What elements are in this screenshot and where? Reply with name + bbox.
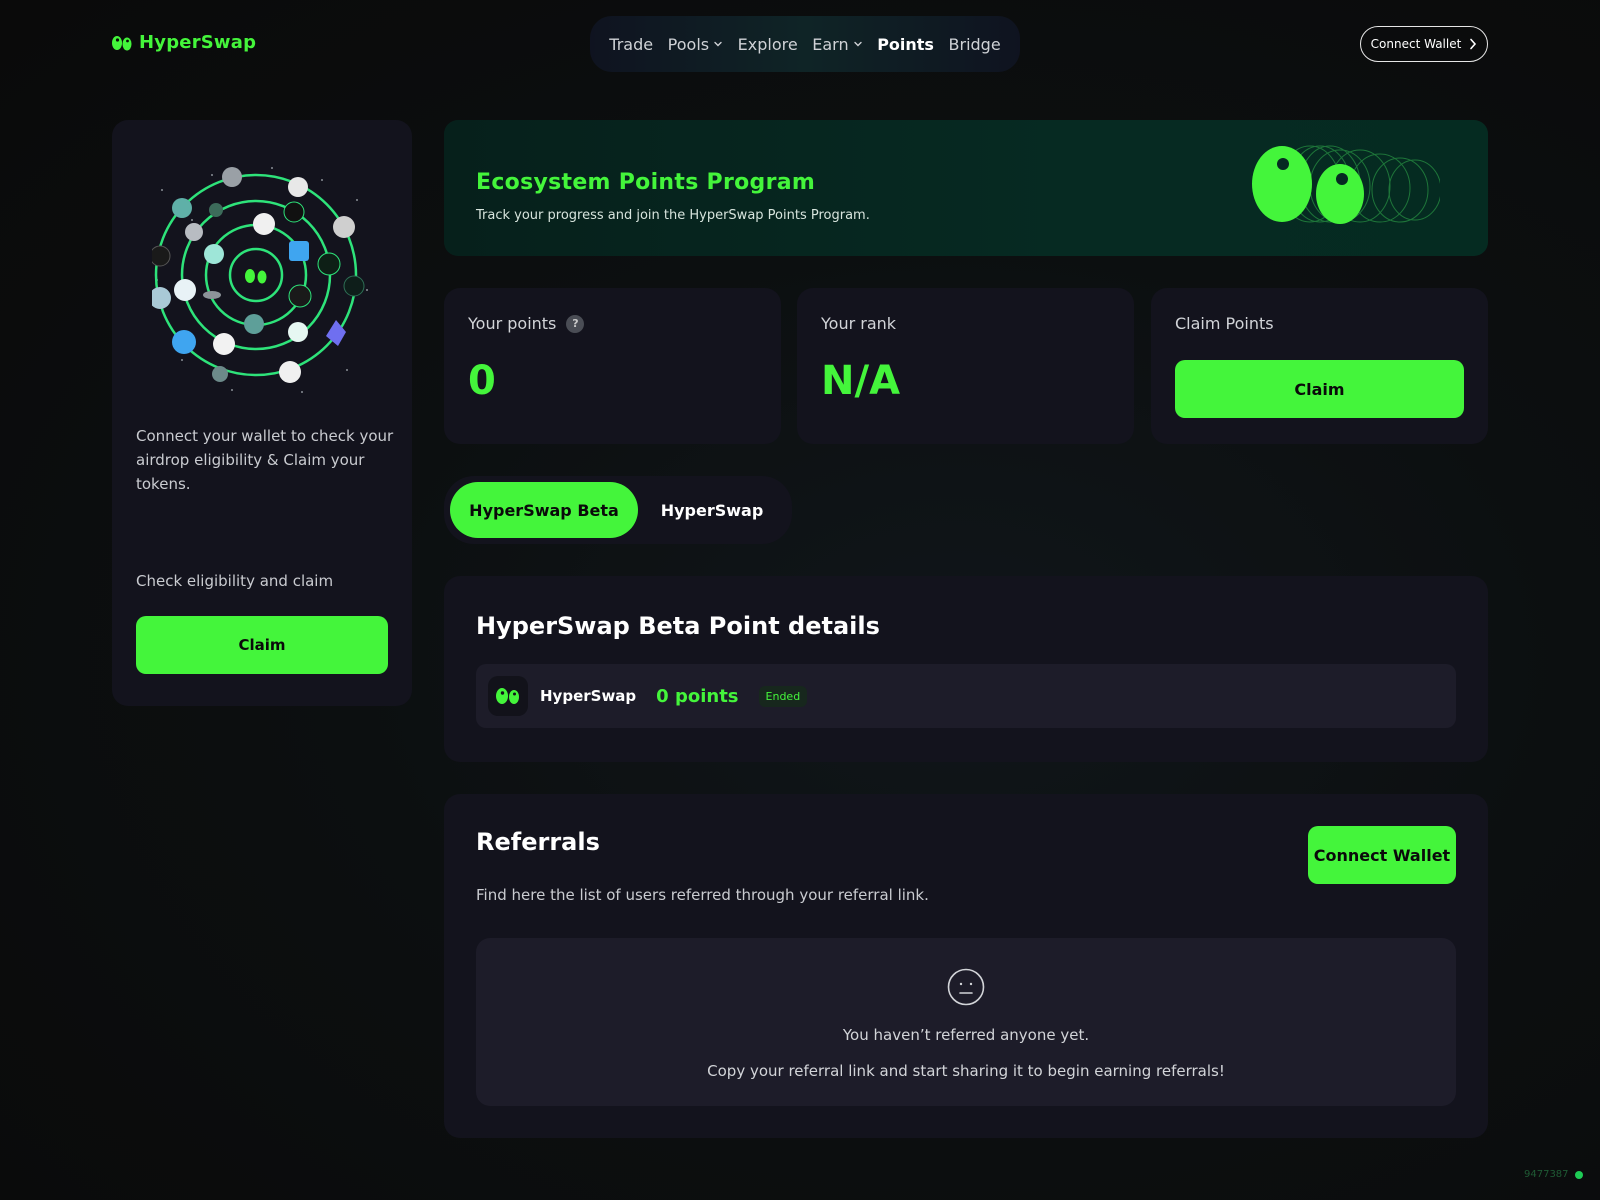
neutral-face-icon (947, 968, 985, 1006)
help-icon[interactable]: ? (566, 314, 585, 333)
logo-text: HyperSwap (139, 32, 257, 53)
token-icon (174, 279, 196, 301)
your-points-label-row: Your points ? (468, 314, 585, 333)
token-icon (333, 216, 355, 238)
nav-label: Trade (609, 34, 654, 54)
point-details-card: HyperSwap Beta Point details HyperSwap 0… (444, 576, 1488, 762)
airdrop-claim-button[interactable]: Claim (136, 616, 388, 674)
row-logo (488, 676, 528, 716)
empty-state-title: You haven’t referred anyone yet. (842, 1026, 1090, 1044)
token-icon (172, 198, 192, 218)
status-dot-icon (1575, 1171, 1583, 1179)
referrals-connect-wallet-button[interactable]: Connect Wallet (1308, 826, 1456, 884)
token-icon (288, 322, 308, 342)
point-details-row: HyperSwap 0 points Ended (476, 664, 1456, 728)
hyperswap-eyes-illustration (1252, 145, 1440, 224)
airdrop-claim-label: Claim (238, 636, 286, 654)
your-points-card: Your points ? 0 (444, 288, 781, 444)
token-icon (343, 275, 365, 297)
token-icon (244, 314, 264, 334)
token-icon (289, 241, 309, 261)
your-rank-card: Your rank N/A (797, 288, 1134, 444)
your-rank-value: N/A (821, 358, 901, 404)
row-program-name: HyperSwap (540, 687, 637, 705)
token-icon (317, 252, 341, 276)
chevron-right-icon (1470, 38, 1477, 50)
program-tabs: HyperSwap Beta HyperSwap (444, 476, 792, 544)
banner-title: Ecosystem Points Program (476, 170, 816, 195)
referrals-connect-label: Connect Wallet (1313, 845, 1451, 865)
token-icon (152, 245, 171, 267)
token-icon (209, 203, 223, 217)
hyperswap-logo-icon (112, 35, 132, 50)
token-icon (288, 284, 312, 308)
referrals-description: Find here the list of users referred thr… (476, 886, 929, 904)
token-icon (222, 167, 242, 187)
nav-explore[interactable]: Explore (738, 35, 798, 54)
claim-points-label: Claim (1294, 379, 1345, 399)
header: HyperSwap Trade Pools Explore Earn Point… (0, 0, 1600, 88)
token-icon (253, 213, 275, 235)
referrals-empty-state: You haven’t referred anyone yet. Copy yo… (476, 938, 1456, 1106)
token-icon (185, 223, 203, 241)
points-program-banner: Ecosystem Points Program Track your prog… (444, 120, 1488, 256)
nav-trade[interactable]: Trade (609, 35, 653, 54)
token-icon (204, 244, 224, 264)
nav-label: Earn (812, 34, 849, 54)
token-icon (152, 287, 171, 309)
token-icon (172, 330, 196, 354)
airdrop-card: Connect your wallet to check your airdro… (112, 120, 412, 706)
nav-pools[interactable]: Pools (668, 35, 723, 54)
check-eligibility-label: Check eligibility and claim (136, 572, 334, 590)
nav-label: Bridge (948, 34, 1001, 54)
tab-hyperswap-beta[interactable]: HyperSwap Beta (450, 482, 638, 538)
nav-label: Explore (737, 34, 798, 54)
core-orbit (228, 247, 284, 303)
main-nav: Trade Pools Explore Earn Points Bridge (590, 16, 1020, 72)
point-details-title: HyperSwap Beta Point details (476, 612, 880, 640)
status-badge: Ended (758, 685, 808, 707)
referrals-title: Referrals (476, 828, 600, 856)
referrals-card: Referrals Find here the list of users re… (444, 794, 1488, 1138)
token-icon (283, 201, 305, 223)
row-points: 0 points (656, 685, 739, 707)
token-icon (212, 366, 228, 382)
nav-earn[interactable]: Earn (812, 35, 862, 54)
nav-points[interactable]: Points (877, 35, 934, 54)
token-icon (213, 333, 235, 355)
chevron-down-icon (714, 41, 722, 47)
center-logo-icon (245, 269, 267, 284)
tab-hyperswap[interactable]: HyperSwap (638, 482, 786, 538)
banner-subtitle: Track your progress and join the HyperSw… (476, 208, 870, 223)
nav-bridge[interactable]: Bridge (949, 35, 1001, 54)
connect-wallet-label: Connect Wallet (1370, 37, 1462, 51)
token-icon (288, 177, 308, 197)
logo[interactable]: HyperSwap (111, 32, 256, 53)
tab-label: HyperSwap Beta (469, 500, 619, 520)
claim-points-button[interactable]: Claim (1175, 360, 1464, 418)
your-rank-label: Your rank (821, 314, 897, 333)
token-icon (279, 361, 301, 383)
build-number: 9477387 (1524, 1169, 1569, 1180)
your-points-label: Your points (468, 314, 557, 333)
tab-label: HyperSwap (660, 500, 764, 520)
your-points-value: 0 (468, 358, 496, 404)
empty-state-subtitle: Copy your referral link and start sharin… (707, 1062, 1225, 1080)
chevron-down-icon (853, 41, 862, 47)
airdrop-description: Connect your wallet to check your airdro… (136, 427, 394, 493)
ecosystem-orbit-illustration (152, 167, 368, 393)
hyperswap-logo-icon (496, 688, 519, 704)
inner-orbit (204, 223, 308, 327)
connect-wallet-button[interactable]: Connect Wallet (1360, 26, 1488, 62)
claim-points-title: Claim Points (1175, 314, 1274, 333)
nav-label: Points (877, 34, 934, 54)
token-icon (203, 291, 221, 299)
nav-label: Pools (667, 34, 710, 54)
claim-points-card: Claim Points Claim (1151, 288, 1488, 444)
